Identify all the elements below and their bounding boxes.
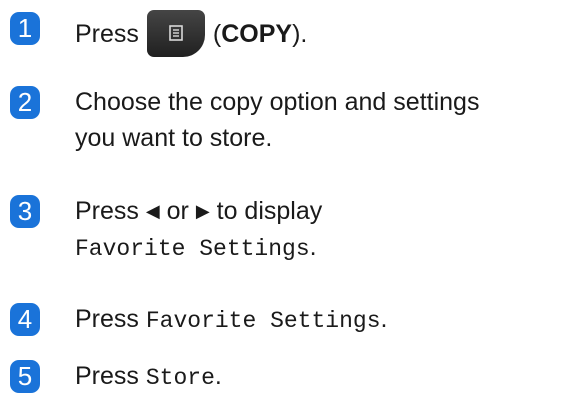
step-3-line-1: Press ◀ or ▶ to display — [75, 195, 322, 230]
period: . — [214, 362, 222, 390]
step-number-1: 1 — [10, 12, 40, 45]
period: . — [380, 305, 388, 333]
copy-document-icon — [169, 25, 183, 41]
step-2-line-2: you want to store. — [75, 124, 273, 152]
step-number-5: 5 — [10, 360, 40, 393]
step-5-text: Press Store. — [75, 360, 222, 395]
step-number-2: 2 — [10, 86, 40, 119]
period: . — [309, 233, 317, 261]
step-1-text: Press (COPY). — [75, 10, 308, 59]
press-text: Press — [75, 20, 139, 49]
favorite-settings-label: Favorite Settings — [75, 236, 310, 262]
right-arrow-icon: ▶ — [195, 201, 210, 221]
step-3-line-2: Favorite Settings. — [75, 231, 317, 266]
step-number-3: 3 — [10, 195, 40, 228]
copy-button[interactable] — [146, 10, 205, 57]
press-text: Press — [75, 197, 139, 225]
step-2-line-1: Choose the copy option and settings — [75, 88, 480, 116]
paren-open: ( — [212, 20, 222, 49]
or-text: or — [166, 197, 189, 225]
paren-close: ). — [292, 20, 308, 49]
step-4-text: Press Favorite Settings. — [75, 303, 387, 338]
press-text: Press — [75, 362, 139, 390]
press-text: Press — [75, 305, 139, 333]
favorite-settings-label: Favorite Settings — [145, 308, 381, 334]
store-label: Store — [145, 365, 215, 391]
step-number-4: 4 — [10, 303, 40, 336]
left-arrow-icon: ◀ — [145, 201, 160, 221]
display-text: to display — [216, 197, 323, 225]
copy-button-label: COPY — [221, 20, 293, 49]
